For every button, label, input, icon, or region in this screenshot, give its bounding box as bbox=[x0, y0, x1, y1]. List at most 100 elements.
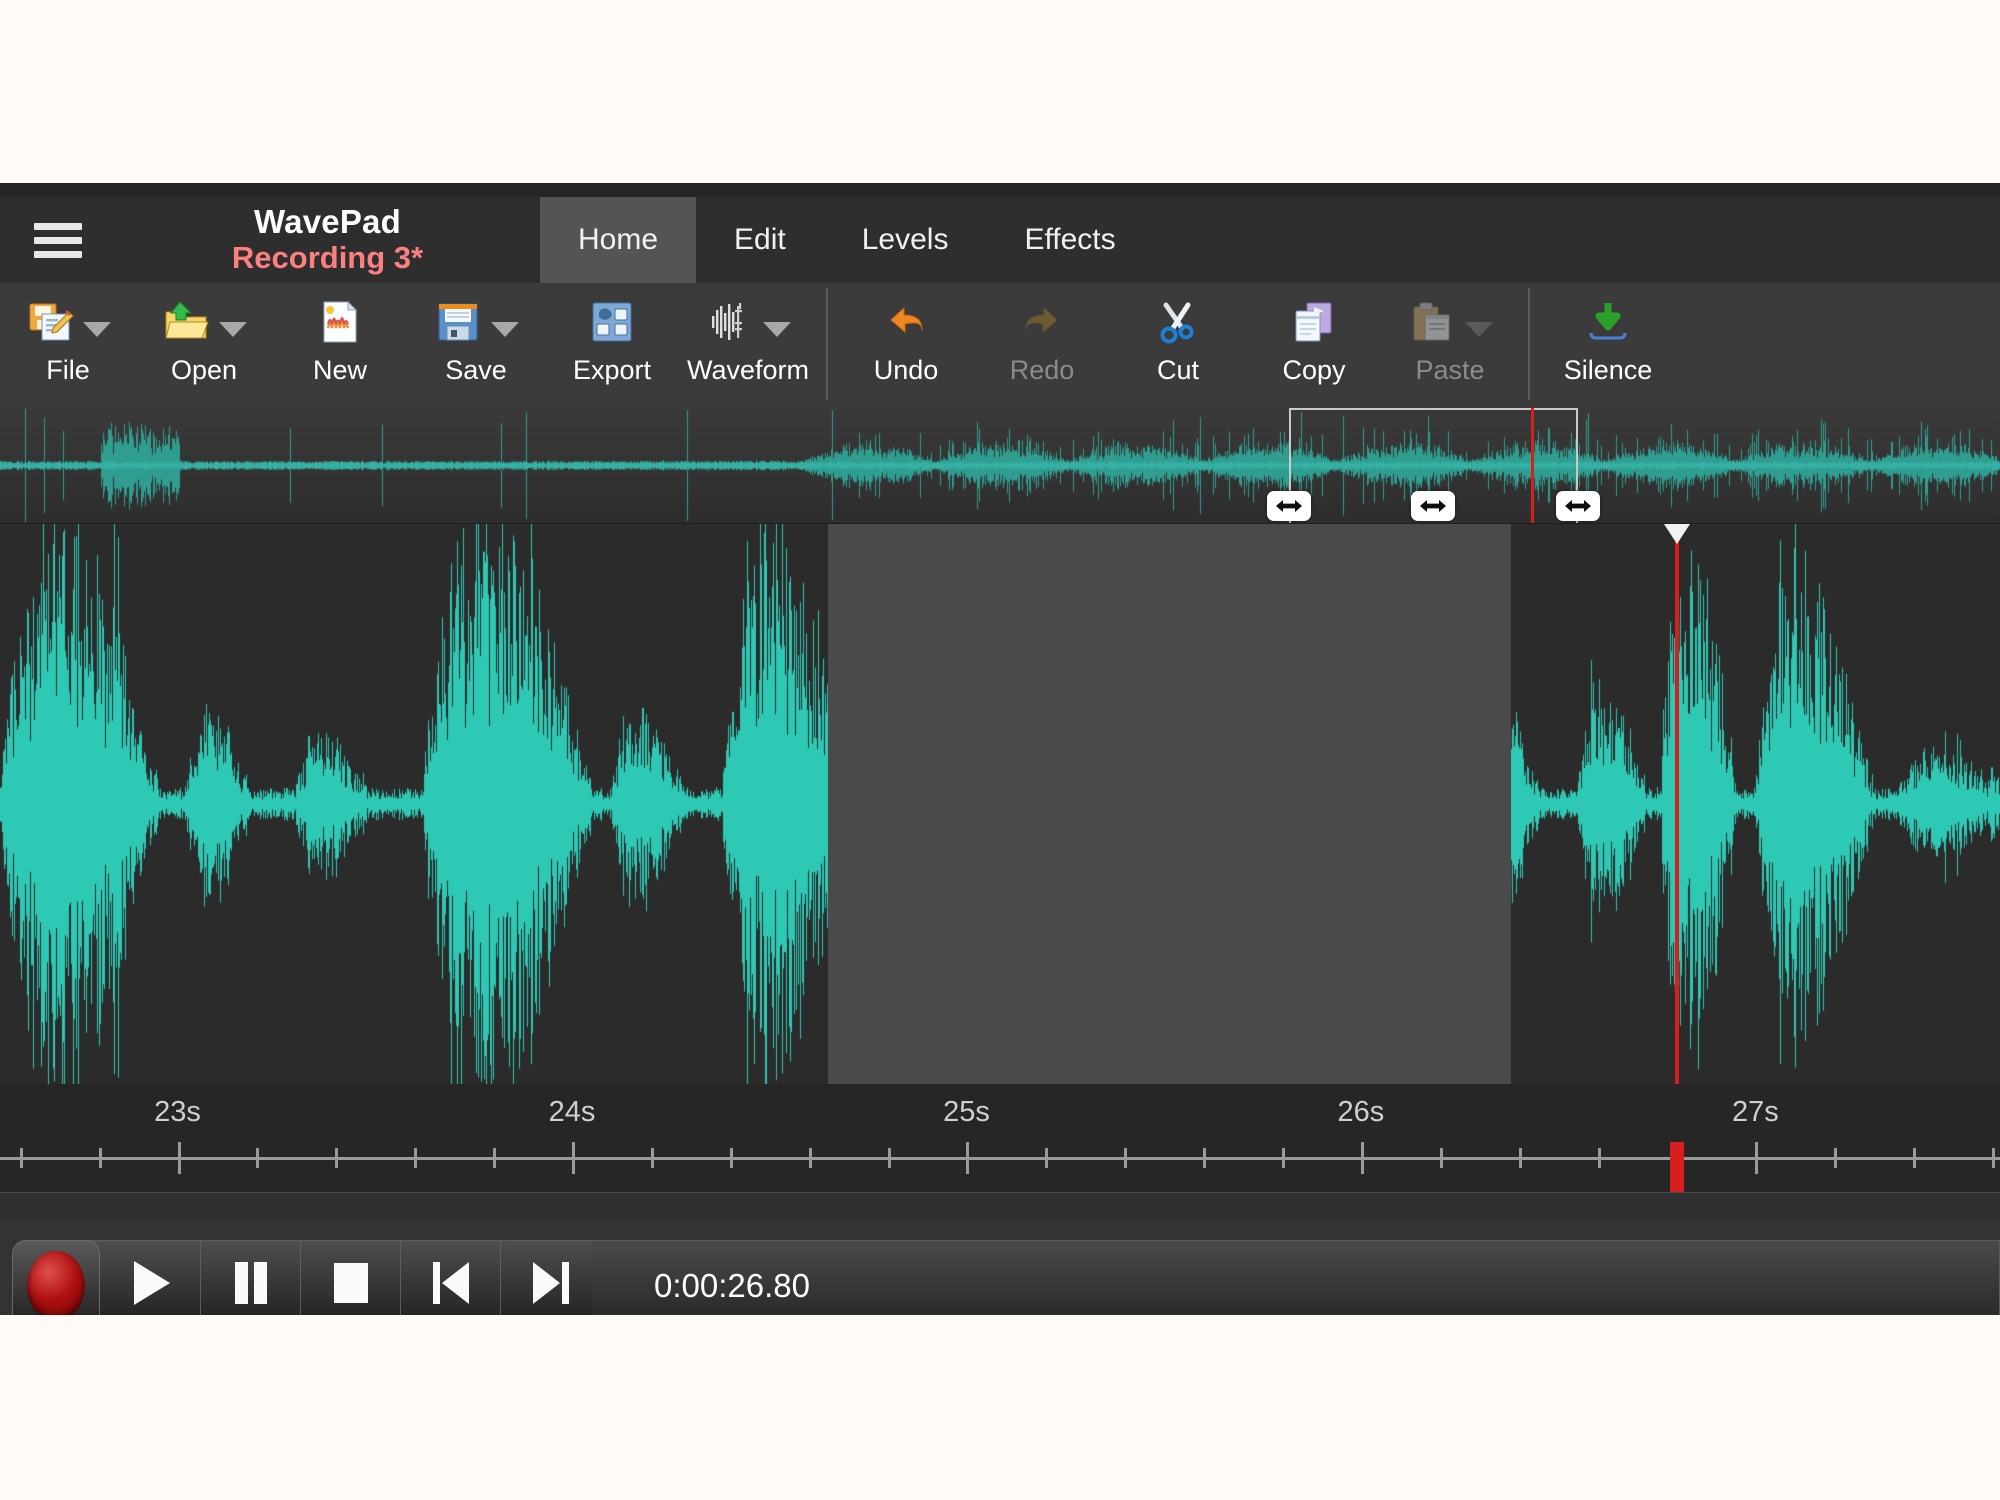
ribbon-button-new[interactable]: New bbox=[272, 283, 408, 408]
icon-row bbox=[434, 295, 519, 349]
ribbon-separator bbox=[1528, 288, 1530, 400]
ruler-tick-minor bbox=[1676, 1148, 1680, 1168]
ruler-tick-minor bbox=[1282, 1148, 1286, 1168]
undo-icon bbox=[882, 298, 930, 346]
icon-row bbox=[706, 295, 791, 349]
skip-back-button[interactable] bbox=[401, 1240, 501, 1315]
ruler-tick-minor bbox=[414, 1148, 418, 1168]
play-button[interactable] bbox=[89, 1240, 201, 1315]
timeline-ruler[interactable]: 23s 24s 25s 26s 27s bbox=[0, 1084, 2000, 1219]
overview-resize-handle-0[interactable] bbox=[1266, 491, 1311, 521]
ribbon-button-open[interactable]: Open bbox=[136, 283, 272, 408]
new-icon bbox=[316, 298, 364, 346]
hamburger-menu-button[interactable] bbox=[0, 183, 115, 283]
ribbon-separator bbox=[826, 288, 828, 400]
ribbon-button-label: Paste bbox=[1415, 355, 1485, 385]
overview-resize-handle-2[interactable] bbox=[1556, 491, 1601, 521]
ruler-tick-minor bbox=[1439, 1148, 1443, 1168]
ruler-tick-minor bbox=[1913, 1148, 1917, 1168]
app-title: WavePad Recording 3* bbox=[115, 183, 540, 283]
skip-back-icon bbox=[428, 1258, 474, 1313]
ribbon-toolbar: File Open New Save Export Waveform Undo Redo Cut… bbox=[0, 283, 2000, 408]
ruler-tick-minor bbox=[493, 1148, 497, 1168]
ribbon-button-redo: Redo bbox=[974, 283, 1110, 408]
ribbon-button-label: Save bbox=[445, 355, 507, 385]
record-button[interactable] bbox=[12, 1239, 100, 1315]
ribbon-group-0: File Open New Save Export Waveform bbox=[0, 283, 816, 408]
ribbon-button-label: File bbox=[46, 355, 90, 385]
ruler-tick-minor bbox=[808, 1148, 812, 1168]
ribbon-button-paste: Paste bbox=[1382, 283, 1518, 408]
icon-row bbox=[1584, 295, 1632, 349]
icon-row bbox=[1408, 295, 1493, 349]
chevron-down-icon[interactable] bbox=[1464, 321, 1493, 337]
ribbon-button-label: Cut bbox=[1156, 355, 1200, 385]
ribbon-button-silence[interactable]: Silence bbox=[1540, 283, 1676, 408]
ruler-tick-minor bbox=[1045, 1148, 1049, 1168]
ribbon-button-save[interactable]: Save bbox=[408, 283, 544, 408]
waveform-icon bbox=[706, 298, 754, 346]
ribbon-button-file[interactable]: File bbox=[0, 283, 136, 408]
ruler-baseline bbox=[0, 1157, 2000, 1160]
chevron-down-icon[interactable] bbox=[82, 321, 111, 337]
ruler-tick-minor bbox=[1834, 1148, 1838, 1168]
title-bar: WavePad Recording 3* Home Edit Levels Effec… bbox=[0, 183, 2000, 283]
ruler-tick-major bbox=[1755, 1142, 1759, 1174]
tab-home[interactable]: Home bbox=[540, 197, 697, 283]
cut-icon bbox=[1154, 298, 1202, 346]
pause-button[interactable] bbox=[201, 1240, 301, 1315]
ribbon-button-label: New bbox=[312, 355, 367, 385]
wavepad-window: WavePad Recording 3* Home Edit Levels Effec… bbox=[0, 183, 2000, 1315]
icon-row bbox=[1154, 295, 1202, 349]
stop-button[interactable] bbox=[301, 1240, 401, 1315]
tab-bar: Home Edit Levels Effects bbox=[540, 183, 1154, 283]
playhead-handle[interactable] bbox=[1663, 524, 1690, 544]
ruler-tick-minor bbox=[19, 1148, 23, 1168]
ruler-label: 26s bbox=[1337, 1096, 1385, 1128]
ribbon-button-label: Redo bbox=[1009, 355, 1075, 385]
tab-edit[interactable]: Edit bbox=[696, 197, 824, 283]
ribbon-button-undo[interactable]: Undo bbox=[838, 283, 974, 408]
ruler-label: 27s bbox=[1732, 1096, 1779, 1128]
icon-row bbox=[882, 295, 930, 349]
ruler-tick-major bbox=[571, 1142, 575, 1174]
ribbon-button-export[interactable]: Export bbox=[544, 283, 680, 408]
open-icon bbox=[162, 298, 210, 346]
ribbon-group-1: Undo Redo Cut Copy Paste bbox=[838, 283, 1518, 408]
ruler-tick-minor bbox=[1518, 1148, 1522, 1168]
icon-row bbox=[1018, 295, 1066, 349]
chevron-down-icon[interactable] bbox=[218, 321, 247, 337]
ribbon-button-copy[interactable]: Copy bbox=[1246, 283, 1382, 408]
ruler-tick-major bbox=[966, 1142, 970, 1174]
redo-icon bbox=[1018, 298, 1066, 346]
ribbon-button-waveform[interactable]: Waveform bbox=[680, 283, 816, 408]
ribbon-button-cut[interactable]: Cut bbox=[1110, 283, 1246, 408]
overview-waveform[interactable] bbox=[0, 408, 2000, 524]
ruler-tick-major bbox=[177, 1142, 181, 1174]
chevron-down-icon[interactable] bbox=[762, 321, 791, 337]
paste-icon bbox=[1408, 298, 1456, 346]
ruler-tick-major bbox=[1360, 1142, 1364, 1174]
ribbon-button-label: Silence bbox=[1563, 355, 1653, 385]
hamburger-menu-icon bbox=[33, 216, 82, 265]
ruler-label: 23s bbox=[154, 1096, 201, 1128]
silence-icon bbox=[1584, 298, 1632, 346]
ruler-tick-minor bbox=[256, 1148, 260, 1168]
chevron-down-icon[interactable] bbox=[490, 321, 519, 337]
icon-row bbox=[162, 295, 247, 349]
export-icon bbox=[588, 298, 636, 346]
ruler-tick-minor bbox=[650, 1148, 654, 1168]
tab-levels[interactable]: Levels bbox=[824, 197, 987, 283]
ribbon-button-label: Copy bbox=[1282, 355, 1346, 385]
ruler-bottom-bar bbox=[0, 1192, 2000, 1219]
transport-buttons bbox=[88, 1239, 620, 1315]
time-display[interactable]: 0:00:26.80 bbox=[592, 1239, 2000, 1315]
copy-icon bbox=[1290, 298, 1338, 346]
title-bar-strip bbox=[0, 183, 2000, 197]
tab-effects[interactable]: Effects bbox=[986, 197, 1153, 283]
ruler-tick-minor bbox=[1992, 1148, 1996, 1168]
ruler-tick-minor bbox=[1124, 1148, 1128, 1168]
overview-resize-handle-1[interactable] bbox=[1411, 491, 1456, 521]
ruler-tick-minor bbox=[98, 1148, 102, 1168]
waveform-editor[interactable] bbox=[0, 524, 2000, 1084]
